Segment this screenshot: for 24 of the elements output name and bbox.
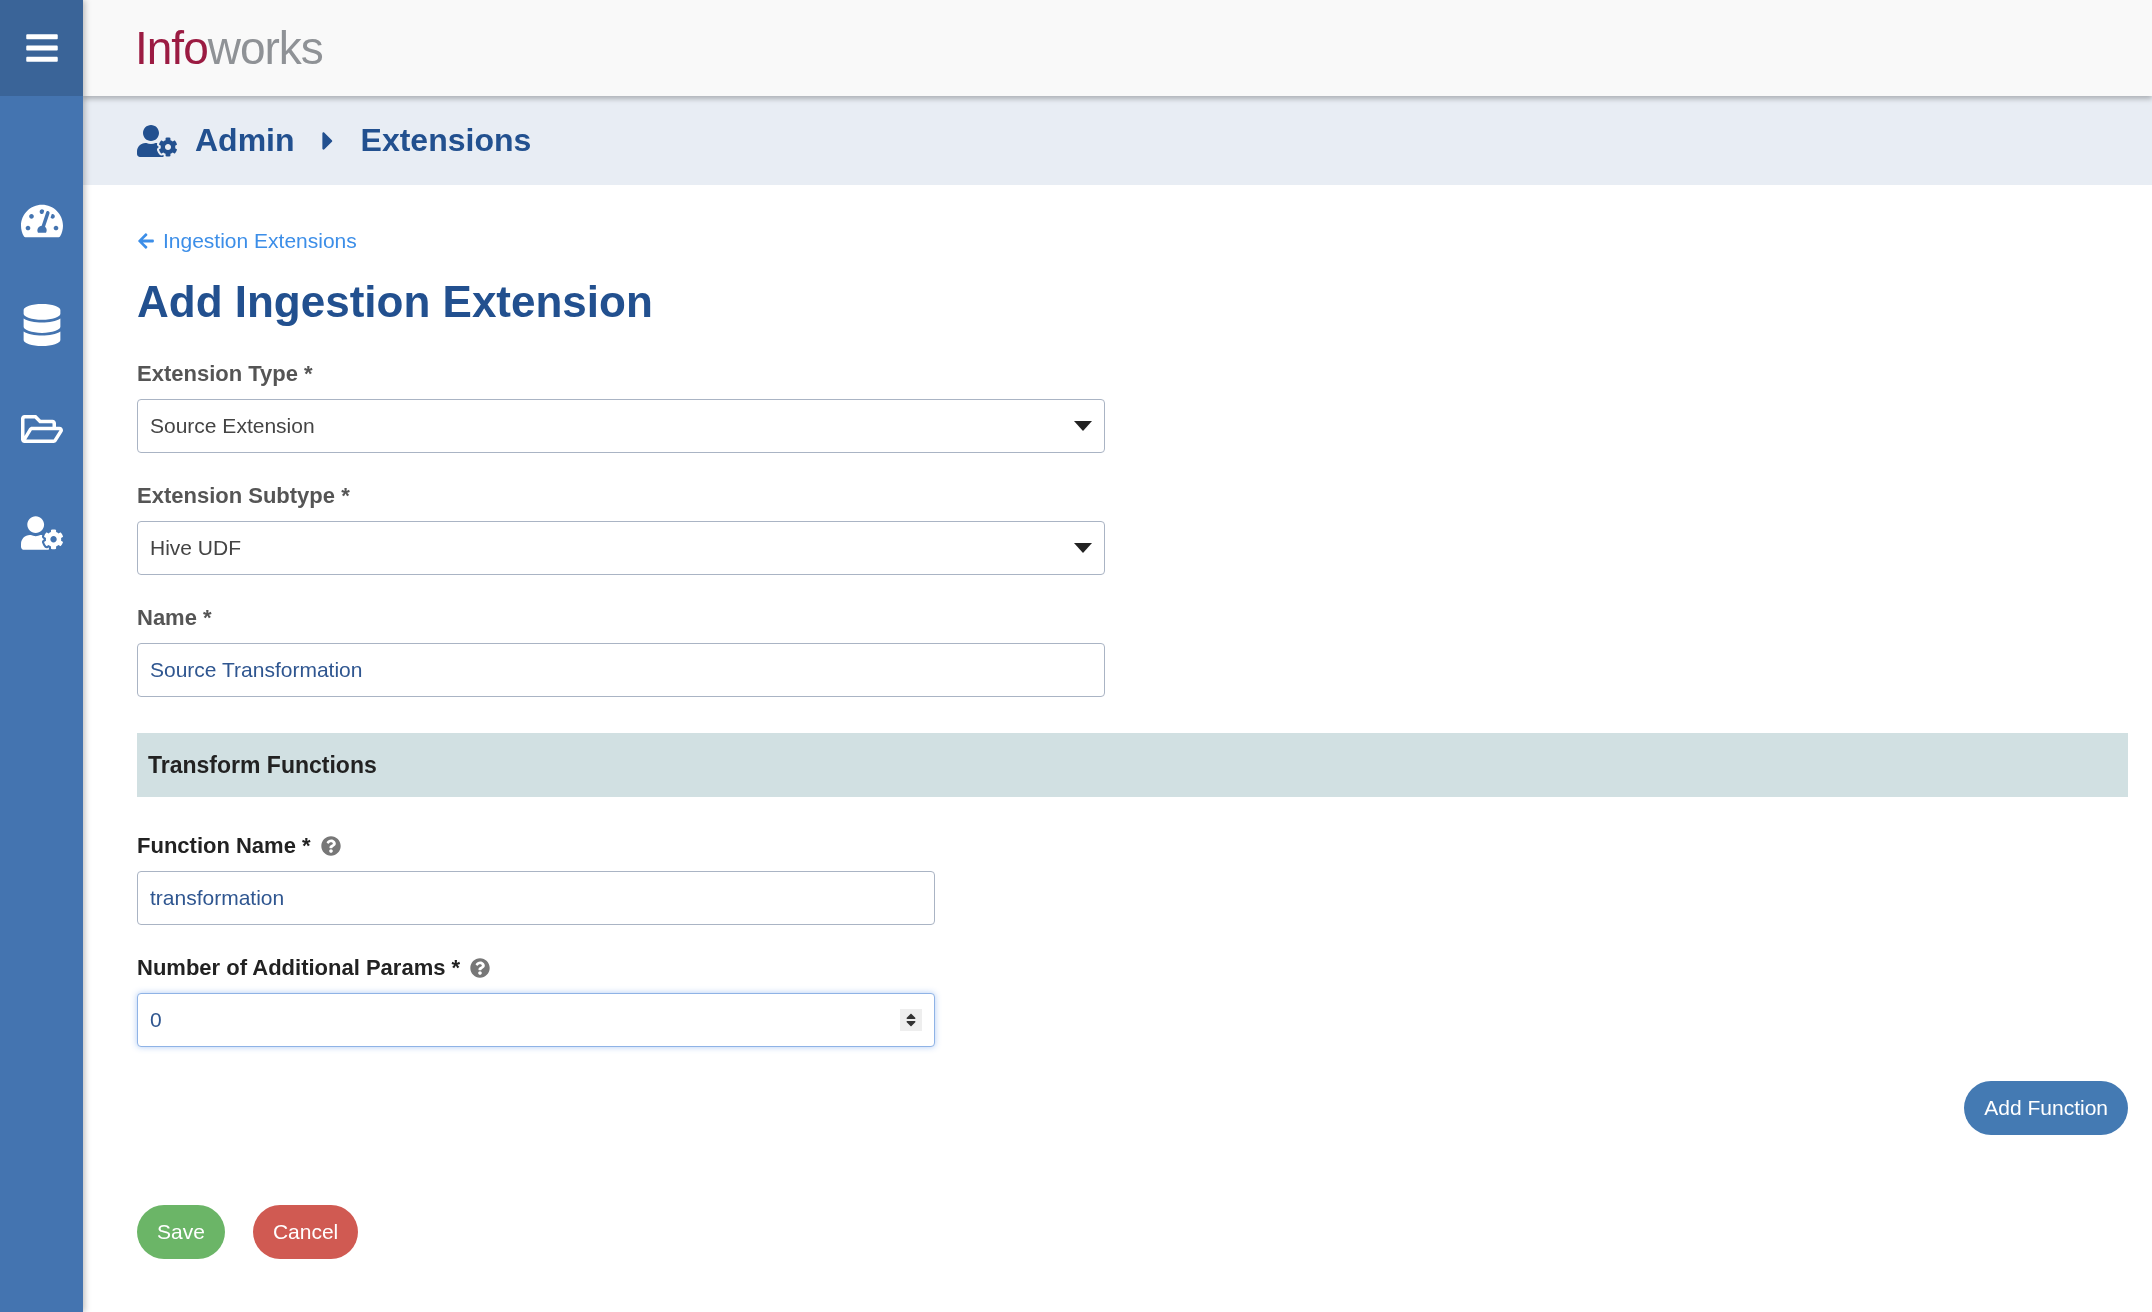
section-header: Transform Functions	[137, 733, 2128, 797]
field-label: Function Name *	[137, 833, 311, 859]
field-label: Name *	[137, 605, 212, 631]
cancel-button[interactable]: Cancel	[252, 1205, 359, 1259]
add-function-button[interactable]: Add Function	[1964, 1081, 2128, 1135]
breadcrumb-item: Extensions	[360, 122, 532, 159]
select-field[interactable]: Hive UDF	[137, 521, 1105, 575]
logo: Infoworks	[135, 21, 323, 75]
field-label: Extension Subtype *	[137, 483, 350, 509]
page-title: Add Ingestion Extension	[137, 277, 654, 327]
caret-icon	[1074, 543, 1092, 553]
help-icon[interactable]	[470, 958, 491, 978]
menu-button[interactable]	[0, 0, 83, 96]
field-label: Extension Type *	[137, 361, 313, 387]
input-field[interactable]: Source Transformation	[137, 643, 1105, 697]
input-field[interactable]: transformation	[137, 871, 935, 925]
select-field[interactable]: Source Extension	[137, 399, 1105, 453]
breadcrumb-item: Admin	[195, 122, 295, 159]
help-icon[interactable]	[320, 836, 341, 856]
caret-icon	[1074, 421, 1092, 431]
arrow-left-icon	[137, 232, 155, 250]
input-field[interactable]: 0	[137, 993, 935, 1047]
field-label: Number of Additional Params *	[137, 955, 461, 981]
spinner-icon[interactable]	[900, 1009, 922, 1031]
